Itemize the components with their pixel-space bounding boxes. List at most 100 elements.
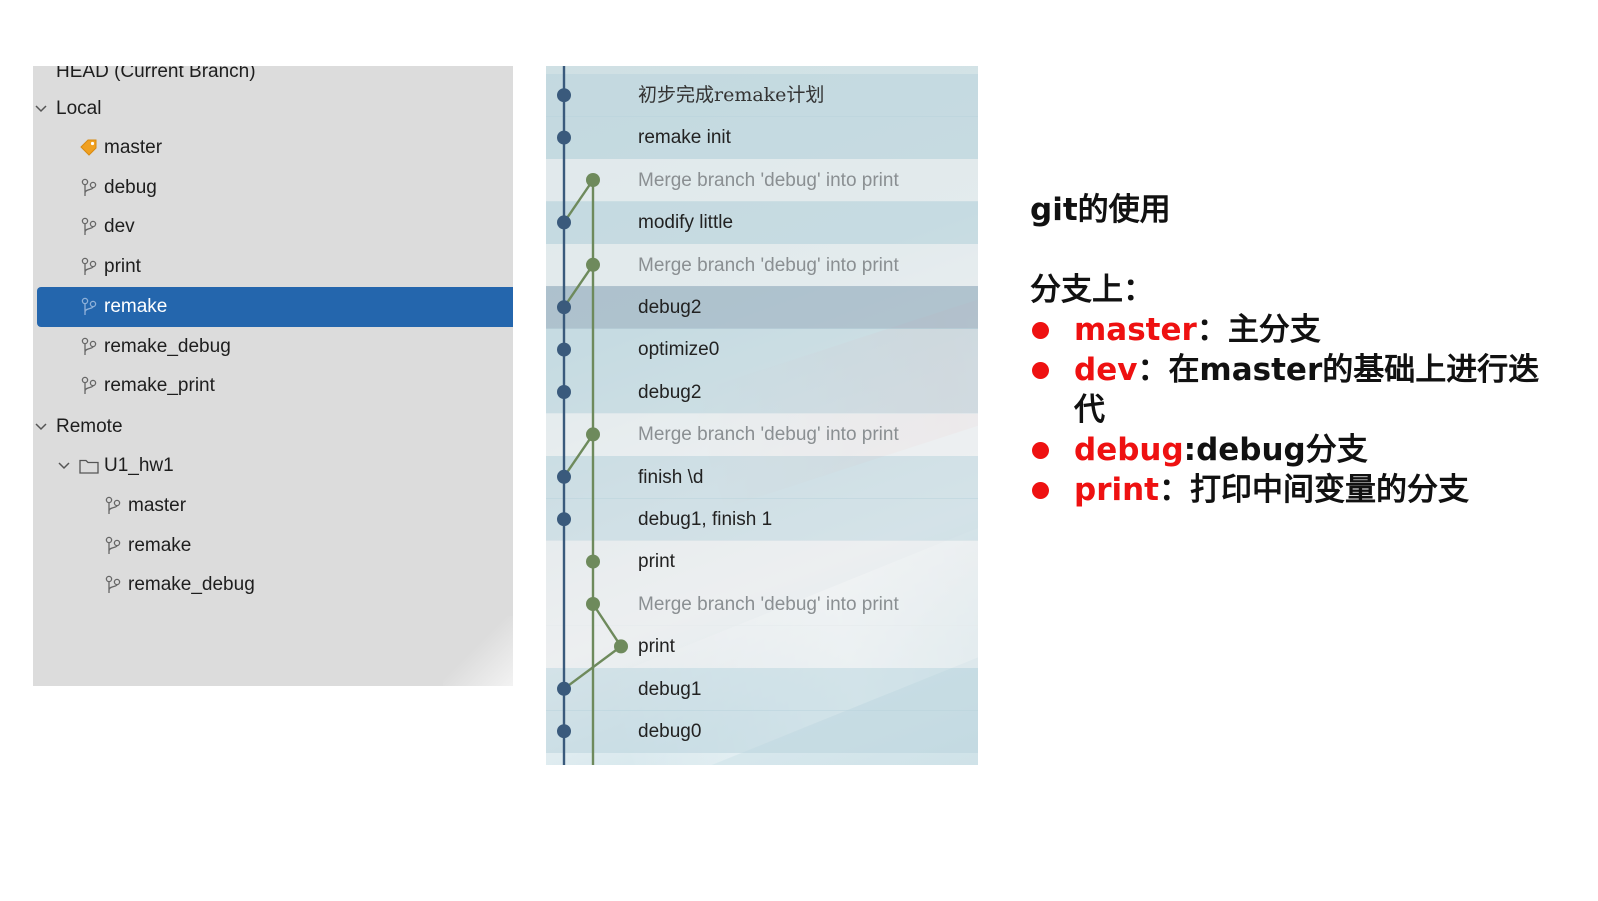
branch-item-local-remake[interactable]: remake: [37, 286, 513, 327]
commit-node[interactable]: [557, 512, 571, 527]
branch-tree-panel: HEAD (Current Branch) Local master debug d…: [33, 66, 513, 686]
commit-node[interactable]: [557, 342, 571, 357]
note-description: debug分支: [1196, 432, 1368, 468]
notes-title: git的使用: [1030, 192, 1171, 228]
branch-item-remote-remake[interactable]: remake: [33, 526, 513, 566]
branch-icon: [79, 168, 99, 208]
commit-graph-lines: [557, 66, 628, 765]
branch-icon: [79, 247, 99, 287]
commit-message: debug2: [638, 381, 702, 403]
chevron-down-icon[interactable]: [33, 89, 49, 129]
branch-item-local-print[interactable]: print: [33, 247, 513, 287]
branch-item-local-debug[interactable]: debug: [33, 168, 513, 208]
branch-label: remake: [104, 295, 168, 317]
branch-icon: [79, 327, 99, 367]
commit-message: print: [638, 636, 675, 658]
branch-icon: [103, 565, 123, 605]
branch-item-local-master[interactable]: master: [33, 128, 513, 168]
branch-label: debug: [104, 176, 157, 198]
branch-label: remake: [128, 534, 192, 556]
notes-list-item: master：主分支: [1030, 310, 1570, 350]
note-description: 主分支: [1227, 312, 1321, 348]
commit-node[interactable]: [557, 469, 571, 484]
note-description: 打印中间变量的分支: [1190, 472, 1469, 508]
branch-label: remake_debug: [104, 335, 231, 357]
chevron-down-icon[interactable]: [56, 446, 72, 486]
branch-icon: [103, 486, 123, 526]
commit-node[interactable]: [557, 724, 571, 739]
branch-label: print: [104, 256, 141, 278]
branch-label: master: [128, 495, 187, 516]
note-key: dev: [1074, 352, 1138, 388]
tree-group-remote[interactable]: Remote: [33, 407, 513, 447]
commit-message: finish \d: [638, 466, 704, 488]
commit-message: debug1, finish 1: [638, 509, 773, 530]
branch-item-local-remake-print[interactable]: remake_print: [33, 366, 513, 406]
merge-commit-message: Merge branch 'debug' into print: [638, 424, 899, 446]
commit-message: print: [638, 551, 675, 573]
bullet-icon: [1032, 362, 1049, 379]
branch-item-local-dev[interactable]: dev: [33, 207, 513, 247]
branch-label: dev: [104, 216, 135, 238]
merge-link-line: [563, 264, 594, 308]
commit-graph-panel: 初步完成remake计划 remake init Merge branch 'deb…: [546, 66, 978, 765]
folder-icon: [79, 446, 99, 486]
branch-icon: [79, 366, 99, 406]
merge-link-line: [563, 433, 594, 478]
commit-node[interactable]: [586, 554, 600, 569]
bullet-icon: [1032, 482, 1049, 499]
tree-item-remote-folder[interactable]: U1_hw1: [33, 446, 513, 486]
remote-folder-label: U1_hw1: [104, 455, 174, 476]
branch-icon: [79, 207, 99, 247]
branch-item-remote-master[interactable]: master: [33, 486, 513, 526]
notes-list-item: print：打印中间变量的分支: [1030, 470, 1570, 510]
commit-node[interactable]: [586, 427, 600, 442]
notes-list: master：主分支 dev：在master的基础上进行迭代 debug:debug…: [1030, 310, 1570, 510]
commit-message: 初步完成remake计划: [638, 84, 825, 106]
note-key: master: [1074, 312, 1197, 348]
branch-label: remake_debug: [128, 574, 255, 596]
branch-label: master: [104, 137, 163, 158]
branch-icon: [79, 287, 99, 327]
note-key: debug: [1074, 432, 1184, 468]
branch-label: remake_print: [104, 375, 215, 397]
branch-icon: [103, 526, 123, 566]
commit-message: remake init: [638, 127, 731, 149]
commit-message: debug0: [638, 721, 702, 742]
commit-message: modify little: [638, 212, 734, 234]
commit-node[interactable]: [557, 88, 571, 103]
notes-panel: git的使用 分支上： master：主分支 dev：在master的基础上进行迭…: [1030, 190, 1570, 510]
commit-node[interactable]: [557, 300, 571, 315]
commit-message: optimize0: [638, 339, 720, 361]
note-separator: ：: [1196, 312, 1228, 348]
bullet-icon: [1032, 442, 1049, 459]
tag-icon: [79, 128, 99, 168]
commit-node[interactable]: [557, 130, 571, 145]
commit-node[interactable]: [557, 215, 571, 230]
commit-node[interactable]: [557, 385, 571, 399]
merge-commit-message: Merge branch 'debug' into print: [638, 593, 899, 615]
merge-link-line: [563, 179, 594, 224]
merge-commit-message: Merge branch 'debug' into print: [638, 169, 899, 191]
chevron-down-icon[interactable]: [33, 407, 49, 447]
commit-node[interactable]: [586, 173, 600, 187]
tree-group-local[interactable]: Local: [33, 89, 513, 129]
merge-commit-message: Merge branch 'debug' into print: [638, 254, 899, 276]
remote-group-label: Remote: [56, 416, 123, 437]
commit-node[interactable]: [586, 597, 600, 611]
notes-subtitle: 分支上：: [1030, 272, 1154, 308]
commit-node[interactable]: [586, 257, 600, 272]
note-separator: ：: [1137, 352, 1169, 388]
commit-message: debug1: [638, 678, 702, 700]
note-key: print: [1074, 472, 1159, 508]
branch-link-line: [591, 603, 623, 648]
commit-message: debug2: [638, 297, 702, 318]
commit-node[interactable]: [557, 681, 571, 696]
branch-item-remote-remake-debug[interactable]: remake_debug: [33, 565, 513, 605]
commit-node[interactable]: [614, 639, 628, 654]
local-group-label: Local: [56, 98, 102, 119]
notes-list-item: debug:debug分支: [1030, 430, 1570, 470]
note-separator: ：: [1159, 472, 1190, 508]
bullet-icon: [1032, 322, 1049, 339]
branch-item-local-remake-debug[interactable]: remake_debug: [33, 327, 513, 367]
